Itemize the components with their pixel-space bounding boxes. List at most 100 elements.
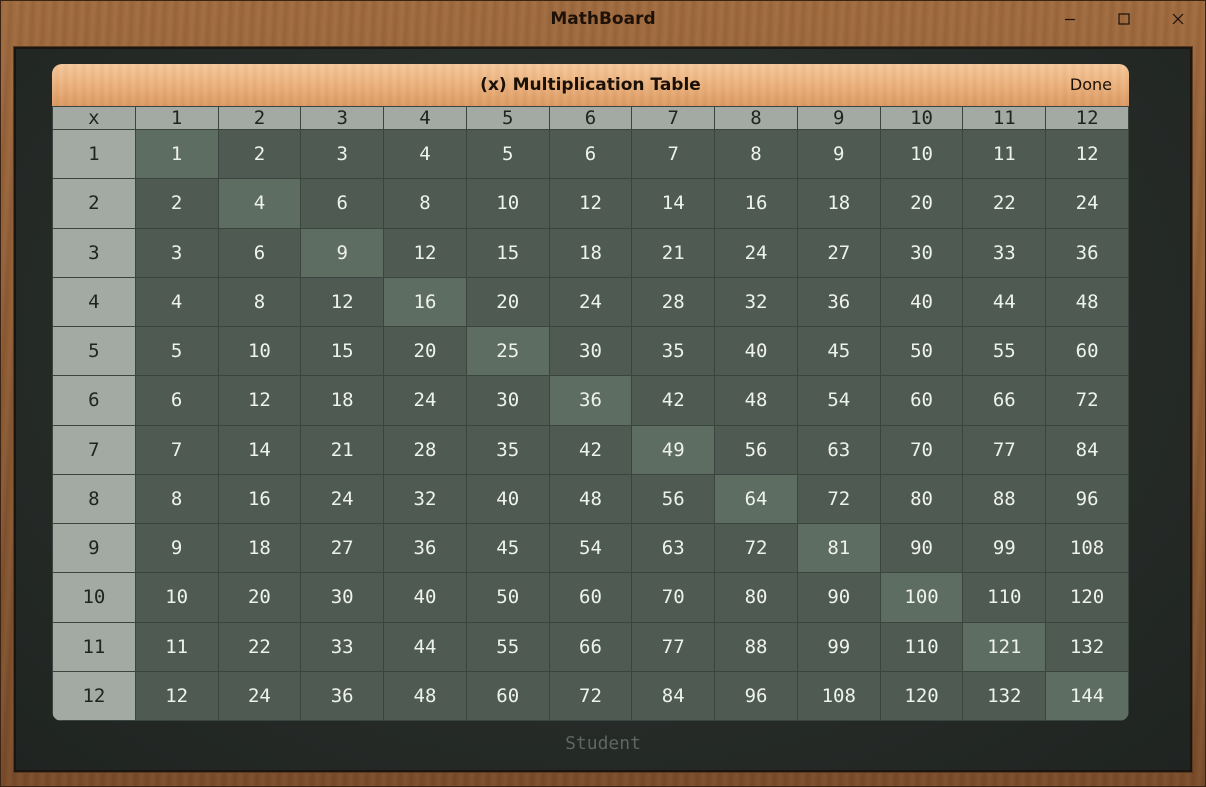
product-cell[interactable]: 55 bbox=[465, 621, 550, 672]
product-cell[interactable]: 24 bbox=[1045, 178, 1129, 229]
product-cell[interactable]: 40 bbox=[383, 572, 467, 623]
product-cell[interactable]: 8 bbox=[217, 276, 302, 328]
product-cell[interactable]: 12 bbox=[217, 375, 302, 426]
product-cell[interactable]: 88 bbox=[962, 473, 1047, 525]
product-cell[interactable]: 18 bbox=[217, 522, 302, 574]
product-cell[interactable]: 3 bbox=[300, 128, 385, 180]
product-cell-diagonal[interactable]: 49 bbox=[631, 424, 716, 475]
product-cell-diagonal[interactable]: 1 bbox=[134, 128, 219, 180]
product-cell[interactable]: 40 bbox=[879, 276, 964, 328]
product-cell[interactable]: 42 bbox=[548, 424, 633, 475]
product-cell[interactable]: 72 bbox=[796, 473, 881, 525]
product-cell[interactable]: 36 bbox=[300, 670, 385, 721]
product-cell[interactable]: 108 bbox=[1045, 522, 1129, 574]
product-cell[interactable]: 132 bbox=[1045, 621, 1129, 672]
done-button[interactable]: Done bbox=[1070, 75, 1112, 94]
product-cell[interactable]: 28 bbox=[383, 424, 467, 475]
product-cell[interactable]: 12 bbox=[1045, 128, 1129, 180]
minimize-button[interactable] bbox=[1043, 0, 1097, 38]
title-bar[interactable]: MathBoard bbox=[0, 0, 1206, 40]
product-cell[interactable]: 4 bbox=[383, 128, 467, 180]
product-cell[interactable]: 24 bbox=[383, 375, 467, 426]
product-cell[interactable]: 56 bbox=[631, 473, 716, 525]
product-cell[interactable]: 5 bbox=[465, 128, 550, 180]
product-cell-diagonal[interactable]: 9 bbox=[300, 227, 385, 278]
product-cell[interactable]: 18 bbox=[796, 178, 881, 229]
product-cell[interactable]: 42 bbox=[631, 375, 716, 426]
product-cell[interactable]: 63 bbox=[631, 522, 716, 574]
product-cell[interactable]: 72 bbox=[1045, 375, 1129, 426]
product-cell[interactable]: 80 bbox=[714, 572, 798, 623]
maximize-button[interactable] bbox=[1097, 0, 1151, 38]
close-button[interactable] bbox=[1151, 0, 1205, 38]
product-cell[interactable]: 35 bbox=[465, 424, 550, 475]
product-cell[interactable]: 70 bbox=[631, 572, 716, 623]
product-cell[interactable]: 24 bbox=[548, 276, 633, 328]
product-cell-diagonal[interactable]: 144 bbox=[1045, 670, 1129, 721]
product-cell[interactable]: 84 bbox=[1045, 424, 1129, 475]
product-cell[interactable]: 12 bbox=[300, 276, 385, 328]
product-cell[interactable]: 99 bbox=[962, 522, 1047, 574]
product-cell[interactable]: 60 bbox=[465, 670, 550, 721]
product-cell[interactable]: 77 bbox=[962, 424, 1047, 475]
product-cell[interactable]: 60 bbox=[548, 572, 633, 623]
product-cell[interactable]: 7 bbox=[631, 128, 716, 180]
product-cell[interactable]: 30 bbox=[465, 375, 550, 426]
product-cell[interactable]: 72 bbox=[548, 670, 633, 721]
product-cell[interactable]: 7 bbox=[134, 424, 219, 475]
product-cell[interactable]: 20 bbox=[465, 276, 550, 328]
product-cell[interactable]: 63 bbox=[796, 424, 881, 475]
product-cell[interactable]: 20 bbox=[383, 325, 467, 377]
product-cell[interactable]: 30 bbox=[300, 572, 385, 623]
product-cell[interactable]: 36 bbox=[383, 522, 467, 574]
product-cell[interactable]: 70 bbox=[879, 424, 964, 475]
product-cell[interactable]: 8 bbox=[383, 178, 467, 229]
product-cell-diagonal[interactable]: 36 bbox=[548, 375, 633, 426]
product-cell[interactable]: 21 bbox=[300, 424, 385, 475]
product-cell[interactable]: 132 bbox=[962, 670, 1047, 721]
product-cell[interactable]: 9 bbox=[796, 128, 881, 180]
product-cell[interactable]: 48 bbox=[1045, 276, 1129, 328]
product-cell[interactable]: 2 bbox=[217, 128, 302, 180]
product-cell[interactable]: 24 bbox=[217, 670, 302, 721]
product-cell[interactable]: 11 bbox=[134, 621, 219, 672]
product-cell[interactable]: 50 bbox=[465, 572, 550, 623]
product-cell[interactable]: 6 bbox=[217, 227, 302, 278]
product-cell[interactable]: 108 bbox=[796, 670, 881, 721]
product-cell[interactable]: 14 bbox=[217, 424, 302, 475]
product-cell[interactable]: 32 bbox=[714, 276, 798, 328]
product-cell[interactable]: 77 bbox=[631, 621, 716, 672]
product-cell[interactable]: 35 bbox=[631, 325, 716, 377]
product-cell[interactable]: 12 bbox=[134, 670, 219, 721]
product-cell[interactable]: 120 bbox=[879, 670, 964, 721]
product-cell[interactable]: 3 bbox=[134, 227, 219, 278]
product-cell[interactable]: 12 bbox=[548, 178, 633, 229]
product-cell[interactable]: 96 bbox=[714, 670, 798, 721]
product-cell[interactable]: 30 bbox=[548, 325, 633, 377]
product-cell[interactable]: 30 bbox=[879, 227, 964, 278]
product-cell[interactable]: 18 bbox=[300, 375, 385, 426]
product-cell[interactable]: 27 bbox=[796, 227, 881, 278]
product-cell[interactable]: 84 bbox=[631, 670, 716, 721]
product-cell[interactable]: 6 bbox=[300, 178, 385, 229]
product-cell[interactable]: 66 bbox=[962, 375, 1047, 426]
product-cell[interactable]: 9 bbox=[134, 522, 219, 574]
product-cell[interactable]: 88 bbox=[714, 621, 798, 672]
product-cell[interactable]: 96 bbox=[1045, 473, 1129, 525]
product-cell[interactable]: 8 bbox=[714, 128, 798, 180]
product-cell[interactable]: 28 bbox=[631, 276, 716, 328]
product-cell[interactable]: 16 bbox=[714, 178, 798, 229]
product-cell[interactable]: 6 bbox=[548, 128, 633, 180]
product-cell[interactable]: 44 bbox=[383, 621, 467, 672]
product-cell[interactable]: 10 bbox=[465, 178, 550, 229]
product-cell[interactable]: 16 bbox=[217, 473, 302, 525]
product-cell[interactable]: 27 bbox=[300, 522, 385, 574]
product-cell[interactable]: 15 bbox=[465, 227, 550, 278]
product-cell[interactable]: 24 bbox=[714, 227, 798, 278]
product-cell[interactable]: 99 bbox=[796, 621, 881, 672]
product-cell-diagonal[interactable]: 64 bbox=[714, 473, 798, 525]
product-cell[interactable]: 66 bbox=[548, 621, 633, 672]
product-cell[interactable]: 22 bbox=[217, 621, 302, 672]
product-cell[interactable]: 11 bbox=[962, 128, 1047, 180]
product-cell-diagonal[interactable]: 4 bbox=[217, 178, 302, 229]
